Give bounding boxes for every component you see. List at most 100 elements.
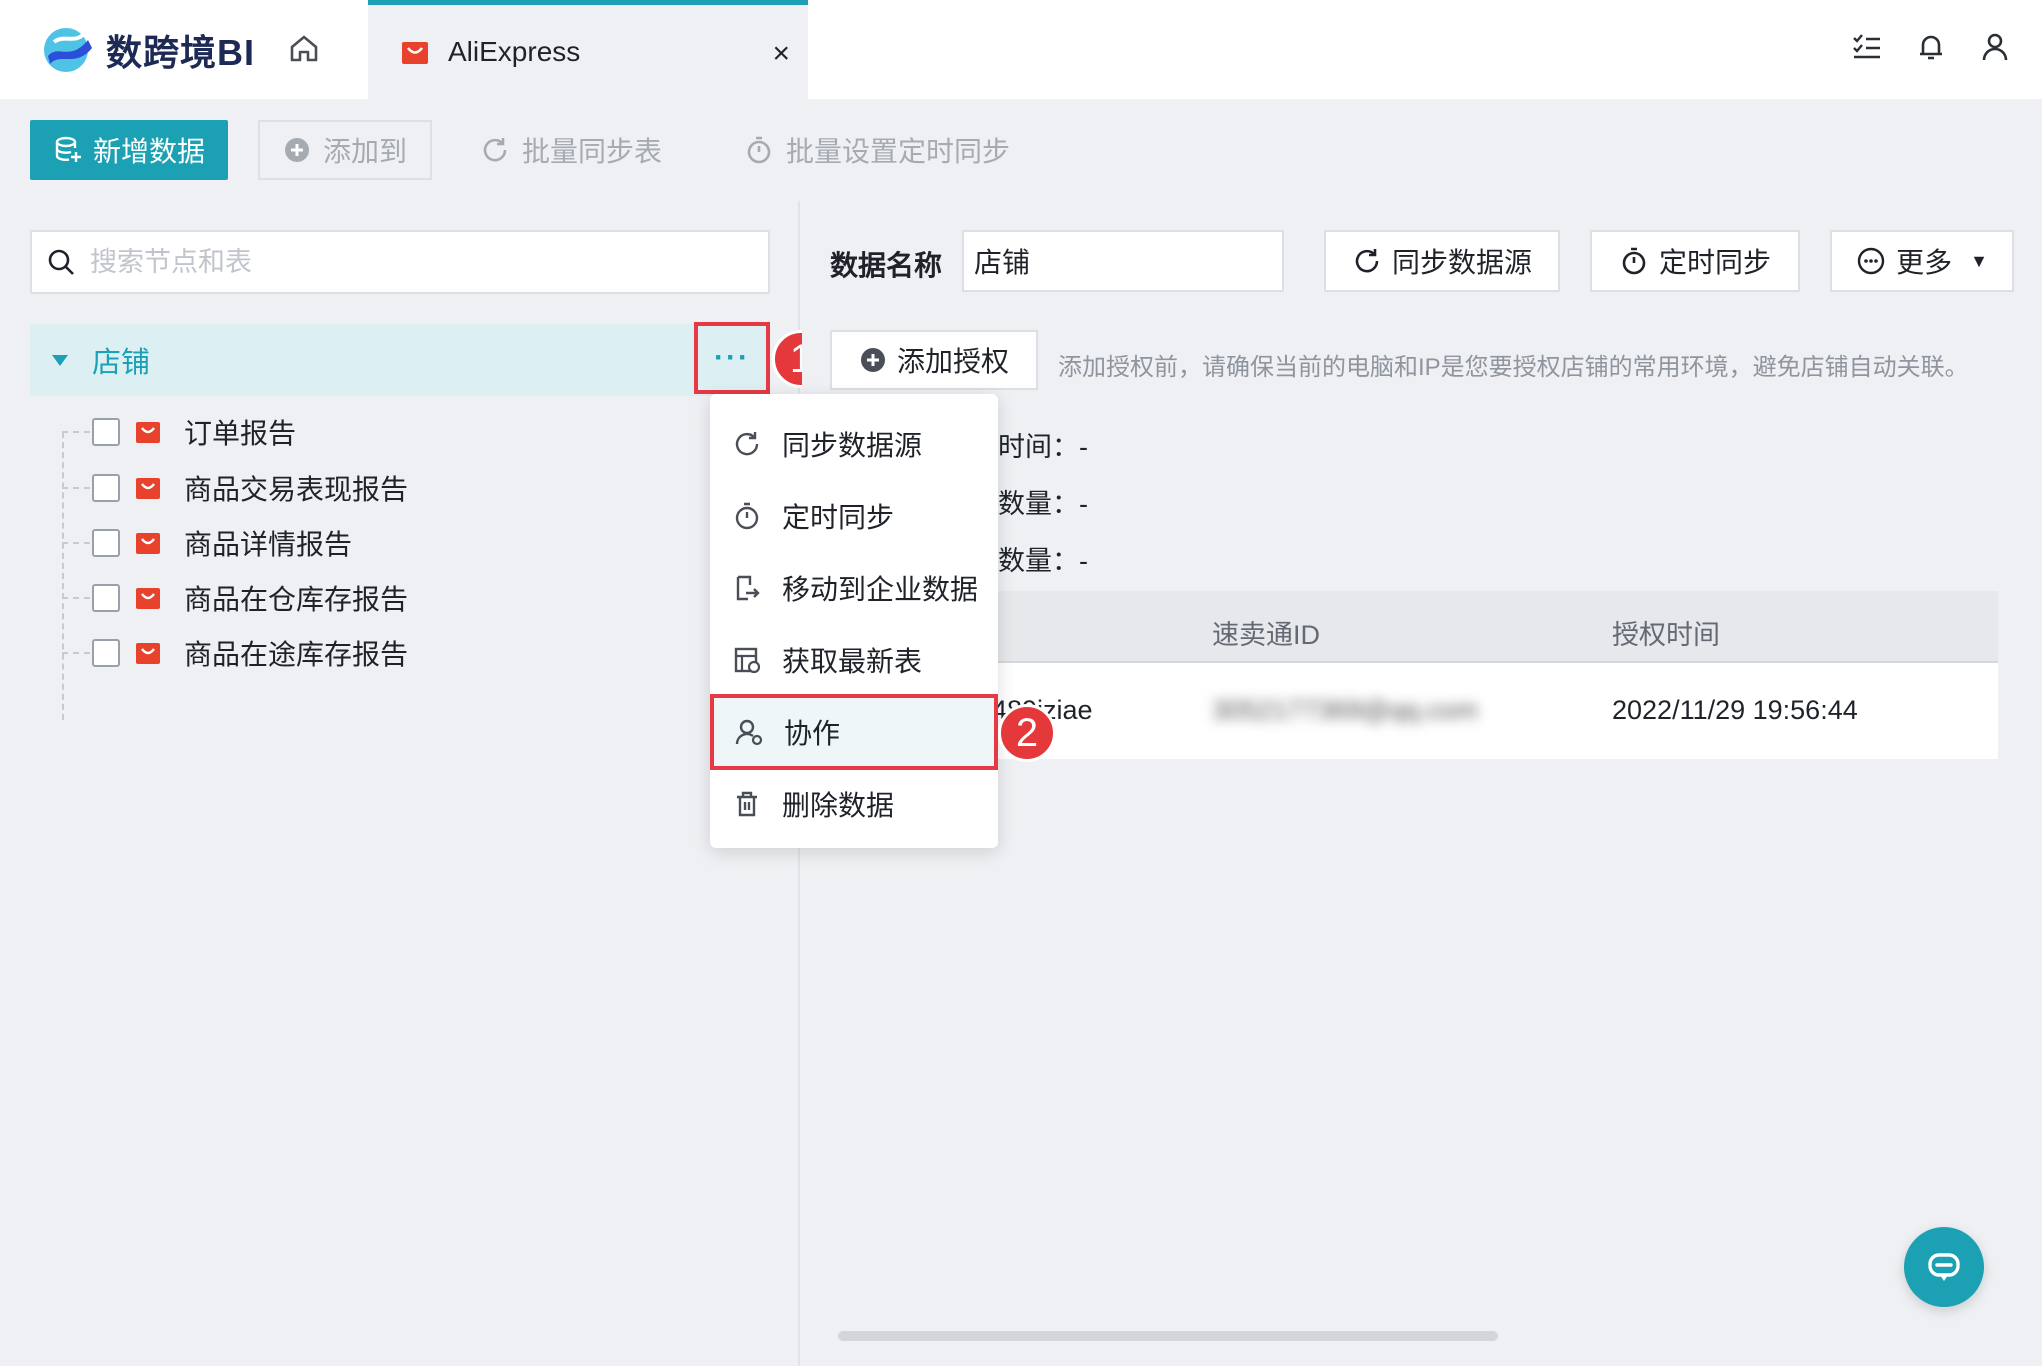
menu-item-label: 协作 <box>784 718 841 749</box>
menu-item-sync-source[interactable]: 同步数据源 <box>710 408 998 480</box>
tab-close-button[interactable]: × <box>772 37 790 71</box>
tree-item-transit-stock-report[interactable]: 商品在途库存报告 <box>62 623 408 683</box>
batch-timer-button[interactable]: 批量设置定时同步 <box>744 120 1010 180</box>
chevron-down-icon: ▼ <box>1970 250 1988 271</box>
aliexpress-icon <box>136 643 160 664</box>
caret-down-icon[interactable] <box>52 354 68 366</box>
column-header-aliexpress-id: 速卖通ID <box>1212 620 1320 650</box>
stopwatch-icon <box>735 502 759 530</box>
cell-masked-account: 3052177369@qq.com <box>1212 695 1479 725</box>
tree-item-label: 商品在仓库存报告 <box>184 584 409 615</box>
user-share-icon <box>735 719 763 746</box>
tree-item-label: 商品详情报告 <box>184 529 353 560</box>
top-bar: 数跨境BI AliExpress × <box>0 0 2042 99</box>
plus-circle-icon <box>860 348 885 372</box>
column-header-auth-time: 授权时间 <box>1612 620 1720 650</box>
batch-sync-label: 批量同步表 <box>522 136 663 167</box>
aliexpress-icon <box>136 478 160 499</box>
refresh-icon <box>483 138 507 162</box>
authorization-hint: 添加授权前，请确保当前的电脑和IP是您要授权店铺的常用环境，避免店铺自动关联。 <box>1058 354 1969 381</box>
task-list-icon[interactable] <box>1850 30 1884 64</box>
step-badge-2: 2 <box>998 704 1056 762</box>
add-authorization-button[interactable]: 添加授权 <box>830 330 1038 390</box>
left-panel: 店铺 订单报告 商品交易表现报告 商品详情报告 商品在仓库存报告 商品在途库存报… <box>0 201 800 1366</box>
search-box[interactable] <box>30 230 770 294</box>
menu-item-label: 定时同步 <box>782 502 895 533</box>
tree-more-button[interactable]: ··· <box>694 322 770 394</box>
meta-count-b: 数量：- <box>998 546 1088 576</box>
more-circle-icon <box>1857 247 1885 275</box>
meta-time: 时间：- <box>998 432 1088 462</box>
add-to-label: 添加到 <box>322 136 407 167</box>
menu-item-delete-data[interactable]: 删除数据 <box>710 768 998 840</box>
batch-sync-button[interactable]: 批量同步表 <box>480 120 662 180</box>
menu-item-timer-sync[interactable]: 定时同步 <box>710 480 998 552</box>
bell-icon[interactable] <box>1914 30 1948 64</box>
trash-icon <box>737 791 757 817</box>
tree-root-label: 店铺 <box>92 347 151 379</box>
logo-icon <box>44 28 92 72</box>
chat-icon <box>1928 1253 1960 1281</box>
item-checkbox[interactable] <box>92 639 120 667</box>
move-file-icon <box>736 575 760 601</box>
table-row[interactable]: j489iziae 3052177369@qq.com 2022/11/29 1… <box>986 663 1998 759</box>
aliexpress-icon <box>136 533 160 554</box>
database-add-icon <box>55 136 81 162</box>
timer-sync-button[interactable]: 定时同步 <box>1590 230 1800 292</box>
tree-item-trade-report[interactable]: 商品交易表现报告 <box>62 458 408 518</box>
item-checkbox[interactable] <box>92 529 120 557</box>
search-input[interactable] <box>90 246 750 278</box>
data-name-label: 数据名称 <box>830 250 943 281</box>
item-checkbox[interactable] <box>92 418 120 446</box>
context-menu: 同步数据源 定时同步 移动到企业数据 获取最新表 协作 删除数据 <box>710 394 998 848</box>
sync-source-label: 同步数据源 <box>1391 247 1532 278</box>
sync-source-button[interactable]: 同步数据源 <box>1324 230 1560 292</box>
data-name-field[interactable]: 店铺 <box>962 230 1284 292</box>
search-icon <box>48 249 74 275</box>
user-icon[interactable] <box>1978 30 2012 64</box>
more-button[interactable]: 更多 ▼ <box>1830 230 2014 292</box>
menu-item-move-to-enterprise[interactable]: 移动到企业数据 <box>710 552 998 624</box>
tree-root-store[interactable]: 店铺 <box>30 324 770 396</box>
toolbar: 新增数据 添加到 批量同步表 批量设置定时同步 <box>0 99 2042 201</box>
aliexpress-icon <box>402 42 428 64</box>
menu-item-collaborate[interactable]: 协作 <box>710 694 998 770</box>
new-data-button[interactable]: 新增数据 <box>30 120 228 180</box>
logo-text: 数跨境BI <box>106 32 256 73</box>
menu-item-fetch-latest[interactable]: 获取最新表 <box>710 624 998 696</box>
stopwatch-icon <box>747 136 771 164</box>
support-chat-button[interactable] <box>1904 1227 1984 1307</box>
tree-item-detail-report[interactable]: 商品详情报告 <box>62 513 352 573</box>
tree-item-warehouse-stock-report[interactable]: 商品在仓库存报告 <box>62 568 408 628</box>
add-authorization-label: 添加授权 <box>896 346 1009 377</box>
auth-table-header: 速卖通ID 授权时间 <box>998 591 1998 663</box>
menu-item-label: 同步数据源 <box>782 430 923 461</box>
menu-item-label: 删除数据 <box>782 790 895 821</box>
refresh-icon <box>735 432 759 456</box>
refresh-icon <box>1355 249 1379 273</box>
add-to-button[interactable]: 添加到 <box>258 120 432 180</box>
aliexpress-icon <box>136 422 160 443</box>
tab-aliexpress[interactable]: AliExpress × <box>368 0 808 99</box>
batch-timer-label: 批量设置定时同步 <box>786 136 1011 167</box>
stopwatch-icon <box>1622 247 1646 275</box>
tab-label: AliExpress <box>448 36 581 67</box>
app-logo[interactable]: 数跨境BI <box>40 22 255 78</box>
tree-item-label: 订单报告 <box>184 418 297 449</box>
menu-item-label: 移动到企业数据 <box>782 574 979 605</box>
timer-sync-label: 定时同步 <box>1658 247 1771 278</box>
cell-auth-time: 2022/11/29 19:56:44 <box>1612 695 1858 725</box>
tree-item-order-report[interactable]: 订单报告 <box>62 402 296 462</box>
item-checkbox[interactable] <box>92 584 120 612</box>
item-checkbox[interactable] <box>92 474 120 502</box>
meta-count-a: 数量：- <box>998 489 1088 519</box>
horizontal-scrollbar[interactable] <box>838 1331 1498 1341</box>
plus-circle-icon <box>284 138 309 162</box>
more-label: 更多 <box>1896 247 1953 278</box>
top-right-actions <box>1850 30 2012 64</box>
tree-item-label: 商品交易表现报告 <box>184 474 409 505</box>
table-refresh-icon <box>734 647 761 674</box>
menu-item-label: 获取最新表 <box>782 646 923 677</box>
home-icon[interactable] <box>286 30 322 66</box>
new-data-label: 新增数据 <box>92 136 205 167</box>
